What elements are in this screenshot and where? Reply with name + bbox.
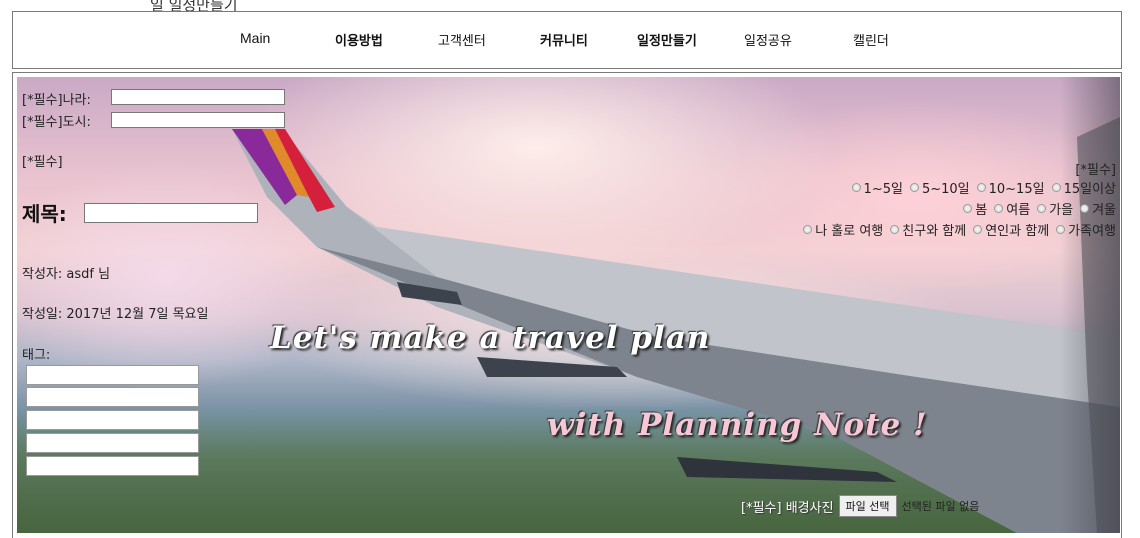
radio-icon[interactable] (890, 225, 900, 234)
nav-share-schedule[interactable]: 일정공유 (744, 30, 792, 49)
radio-icon[interactable] (1051, 183, 1061, 192)
radio-icon[interactable] (1037, 204, 1047, 213)
author-text: 작성자: asdf 님 (22, 267, 111, 282)
radio-icon[interactable] (851, 183, 861, 192)
city-label: [*필수]도시: (22, 115, 91, 130)
nav-make-schedule[interactable]: 일정만들기 (637, 30, 697, 49)
radio-icon[interactable] (1080, 204, 1090, 213)
companion-option-solo[interactable]: 나 홀로 여행 (803, 220, 883, 239)
required-note-right: [*필수] (1075, 163, 1116, 178)
companion-option-partner[interactable]: 연인과 함께 (973, 220, 1049, 239)
radio-icon[interactable] (803, 225, 813, 234)
top-navigation: Main 이용방법 고객센터 커뮤니티 일정만들기 일정공유 캘린더 (12, 11, 1122, 69)
season-option-summer[interactable]: 여름 (994, 199, 1030, 218)
schedule-form-panel: Let's make a travel plan with Planning N… (12, 72, 1122, 538)
nav-how-to-use[interactable]: 이용방법 (335, 30, 383, 49)
radio-icon[interactable] (1056, 225, 1066, 234)
season-option-autumn[interactable]: 가을 (1037, 199, 1073, 218)
season-option-spring[interactable]: 봄 (963, 199, 987, 218)
required-note-left: [*필수] (22, 155, 63, 170)
banner-line-1: Let's make a travel plan (270, 320, 711, 356)
tag-input-4[interactable] (26, 433, 199, 453)
radio-icon[interactable] (909, 183, 919, 192)
season-option-winter[interactable]: 겨울 (1080, 199, 1116, 218)
duration-options: 1~5일 5~10일 10~15일 15일이상 (845, 178, 1116, 197)
duration-option-2[interactable]: 5~10일 (909, 178, 970, 197)
tag-input-1[interactable] (26, 365, 199, 385)
tag-input-5[interactable] (26, 456, 199, 476)
companion-option-friends[interactable]: 친구와 함께 (890, 220, 966, 239)
title-label: 제목: (22, 202, 67, 226)
background-file-row: [*필수] 배경사진 파일 선택 선택된 파일 없음 (741, 495, 979, 517)
file-status-text: 선택된 파일 없음 (901, 500, 980, 513)
companion-option-family[interactable]: 가족여행 (1056, 220, 1116, 239)
radio-icon[interactable] (973, 225, 983, 234)
city-input[interactable] (111, 112, 285, 128)
country-input[interactable] (111, 89, 285, 105)
season-options: 봄 여름 가을 겨울 (956, 199, 1116, 218)
tag-input-2[interactable] (26, 387, 199, 407)
nav-community[interactable]: 커뮤니티 (540, 30, 588, 49)
radio-icon[interactable] (994, 204, 1004, 213)
duration-option-4[interactable]: 15일이상 (1051, 178, 1116, 197)
tag-input-3[interactable] (26, 410, 199, 430)
window-frame-shade (1060, 77, 1120, 533)
country-label: [*필수]나라: (22, 93, 91, 108)
nav-calendar[interactable]: 캘린더 (853, 30, 889, 49)
companion-options: 나 홀로 여행 친구와 함께 연인과 함께 가족여행 (796, 220, 1116, 239)
background-photo-label: [*필수] 배경사진 (741, 500, 834, 516)
tag-label: 태그: (22, 348, 51, 363)
date-text: 작성일: 2017년 12월 7일 목요일 (22, 307, 209, 322)
file-select-button[interactable]: 파일 선택 (838, 495, 897, 517)
radio-icon[interactable] (976, 183, 986, 192)
duration-option-3[interactable]: 10~15일 (976, 178, 1045, 197)
nav-main[interactable]: Main (240, 30, 270, 46)
title-input[interactable] (84, 203, 258, 223)
nav-customer-center[interactable]: 고객센터 (438, 30, 486, 49)
banner-line-2: with Planning Note ! (547, 407, 928, 443)
radio-icon[interactable] (963, 204, 973, 213)
duration-option-1[interactable]: 1~5일 (851, 178, 903, 197)
